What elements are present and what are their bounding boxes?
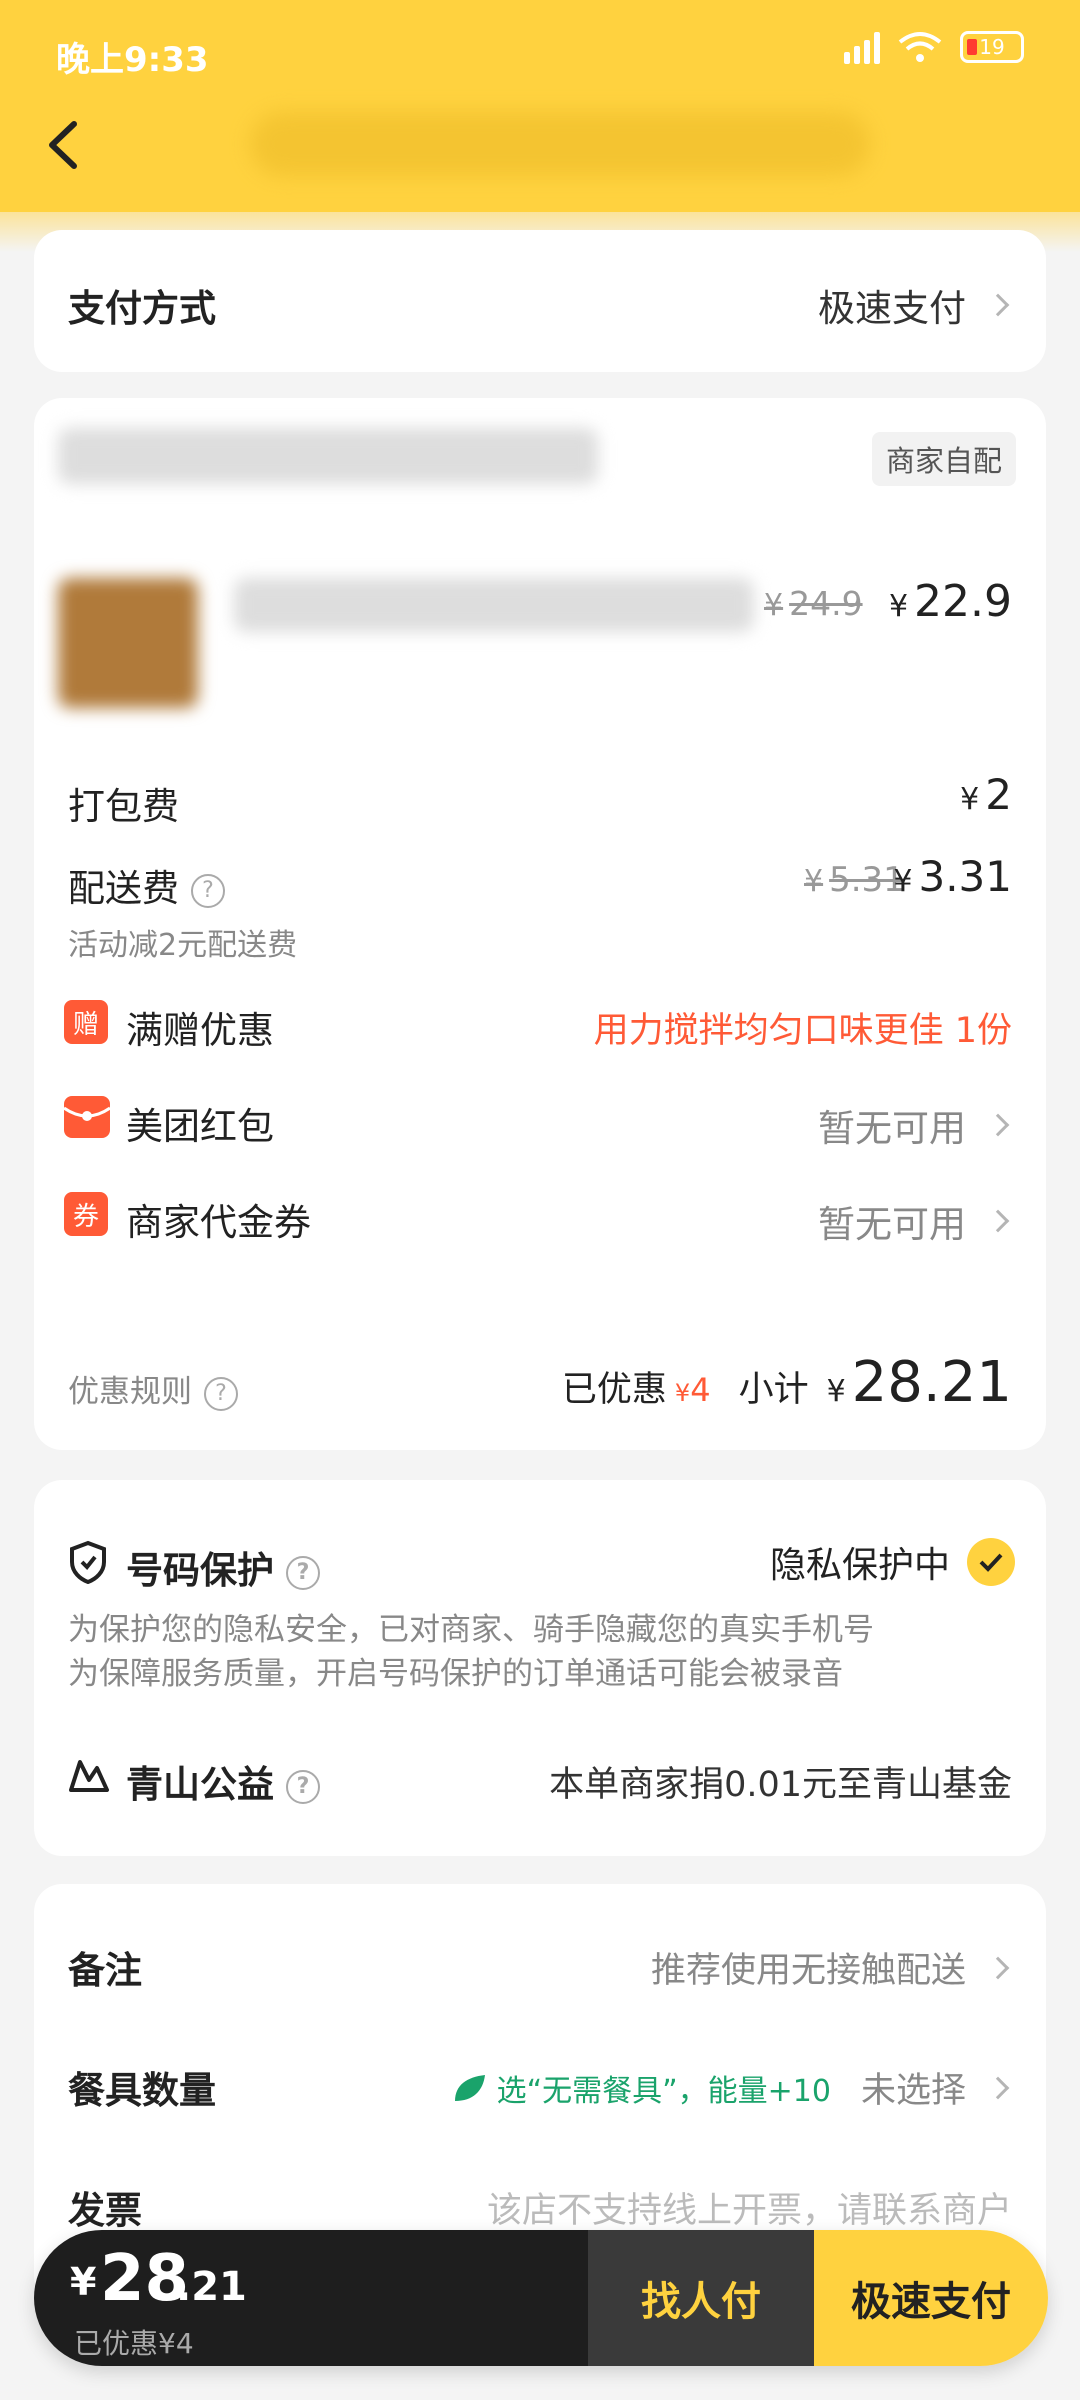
charity-value: 本单商家捐0.01元至青山基金 [549,1765,1012,1805]
item-price: ¥22.9 [888,576,1012,627]
payment-method-value: 极速支付 [818,278,1012,332]
voucher-label: 商家代金券 [126,1201,311,1244]
help-icon[interactable]: ? [191,873,225,908]
utensils-hint: 选“无需餐具”，能量+10 [496,2073,831,2109]
help-icon[interactable]: ? [286,1555,320,1590]
subtotal-summary: 已优惠 ¥4 小计 ¥28.21 [562,1350,1012,1415]
wifi-icon [898,32,942,62]
shield-icon [70,1540,106,1584]
chevron-right-icon [986,1113,1010,1137]
note-value: 推荐使用无接触配送 [650,1951,966,1991]
delivery-fee-original: ¥5.31 [804,860,905,900]
chevron-right-icon [986,1956,1010,1979]
total-discount: 已优惠¥4 [74,2327,194,2360]
help-icon[interactable]: ? [286,1769,320,1804]
bottom-pay-bar: ¥ 28 .21 已优惠¥4 找人付 极速支付 [34,2230,1048,2366]
red-packet-value: 暂无可用 [818,1107,966,1150]
payment-method-text: 极速支付 [818,287,966,330]
status-icons: 19 [844,30,1024,64]
voucher-value: 暂无可用 [818,1203,966,1246]
note-row[interactable]: 推荐使用无接触配送 [651,1942,1012,1993]
gift-badge-icon: 赠 [64,1000,108,1044]
fast-pay-button[interactable]: 极速支付 [814,2230,1048,2366]
payment-method-label: 支付方式 [68,287,216,330]
delivery-fee-label: 配送费? [68,858,225,912]
privacy-label: 号码保护? [126,1540,320,1594]
total-panel: ¥ 28 .21 已优惠¥4 [34,2230,588,2366]
signal-icon [844,30,880,64]
item-name-blurred [234,578,754,632]
utensils-value: 未选择 [860,2071,966,2111]
payment-method-row[interactable]: 支付方式 极速支付 [34,230,1046,372]
item-original-price: ¥24.9 [764,584,863,623]
gift-label: 满赠优惠 [126,1009,274,1052]
invoice-label: 发票 [68,2189,142,2232]
delivery-tag: 商家自配 [871,432,1016,486]
leaf-icon [454,2074,485,2101]
discount-rules[interactable]: 优惠规则? [68,1366,238,1411]
privacy-line2: 为保障服务质量，开启号码保护的订单通话可能会被录音 [68,1656,843,1692]
charity-label: 青山公益? [126,1754,320,1808]
chevron-right-icon [986,1209,1010,1233]
voucher-badge-icon: 券 [64,1192,108,1236]
packing-fee-value: ¥2 [960,770,1012,819]
status-bar: 晚上9:33 19 [0,0,1080,100]
battery-icon: 19 [960,31,1024,63]
find-someone-pay-button[interactable]: 找人付 [588,2230,814,2366]
delivery-fee-note: 活动减2元配送费 [68,928,298,963]
order-card: 商家自配 ¥24.9 ¥22.9 打包费 ¥2 配送费? ¥5.31 ¥3.31… [34,398,1046,1450]
chevron-right-icon [986,293,1010,317]
discounted-label: 已优惠 [561,1370,667,1410]
packing-fee-label: 打包费 [68,785,179,828]
privacy-card: 号码保护? 隐私保护中 为保护您的隐私安全，已对商家、骑手隐藏您的真实手机号 为… [34,1480,1046,1856]
privacy-status: 隐私保护中 [769,1545,950,1586]
chevron-right-icon [986,2076,1010,2099]
invoice-value: 该店不支持线上开票，请联系商户 [486,2191,1012,2231]
utensils-row[interactable]: 选“无需餐具”，能量+10 未选择 [453,2062,1012,2113]
red-packet-row[interactable]: 暂无可用 [818,1098,1012,1152]
utensils-label: 餐具数量 [68,2069,216,2112]
page-title-blurred [250,112,870,176]
subtotal-value: ¥28.21 [826,1350,1012,1415]
back-arrow-icon[interactable] [44,118,80,172]
privacy-line1: 为保护您的隐私安全，已对商家、骑手隐藏您的真实手机号 [68,1612,874,1648]
check-icon [967,1538,1015,1586]
red-packet-icon [64,1096,110,1138]
item-image-blurred [58,578,198,708]
subtotal-label: 小计 [738,1370,809,1410]
total-decimal: .21 [176,2264,247,2310]
delivery-fee-value: ¥3.31 [893,852,1012,901]
mountain-icon [69,1760,109,1792]
red-packet-label: 美团红包 [126,1105,274,1148]
help-icon: ? [204,1376,238,1411]
note-label: 备注 [68,1949,142,1992]
status-time: 晚上9:33 [56,40,209,80]
total-currency: ¥ [70,2260,97,2304]
gift-value: 用力搅拌均匀口味更佳 1份 [593,1011,1012,1051]
voucher-row[interactable]: 暂无可用 [818,1194,1012,1248]
privacy-toggle[interactable]: 隐私保护中 [770,1536,1016,1588]
discounted-value: ¥4 [674,1371,711,1409]
store-name-blurred [58,428,598,484]
